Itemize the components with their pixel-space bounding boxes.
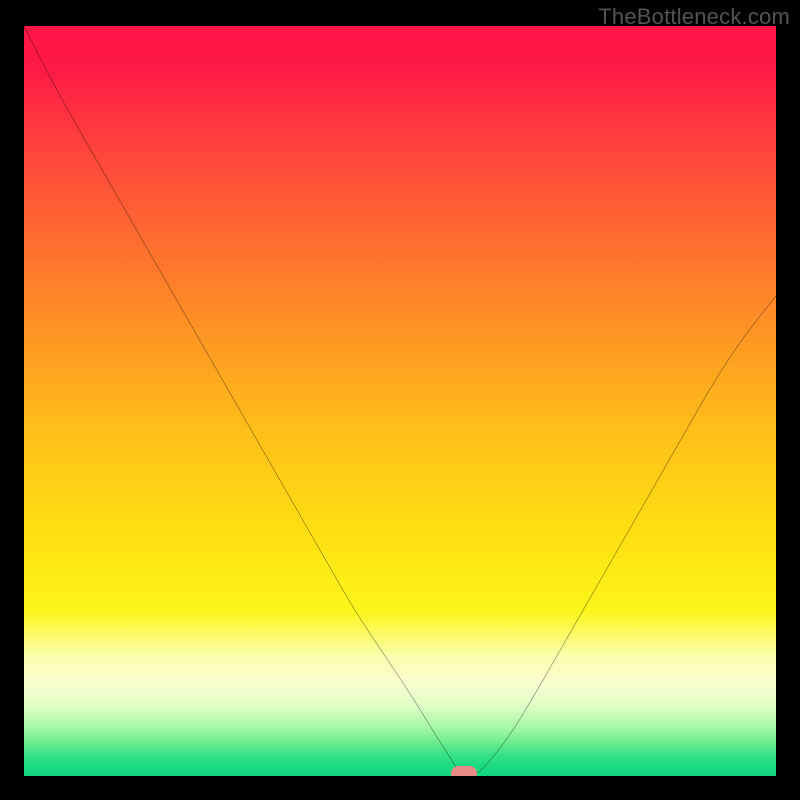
chart-frame: TheBottleneck.com (0, 0, 800, 800)
bottleneck-curve (24, 26, 776, 776)
plot-area (24, 26, 776, 776)
minimum-marker (451, 766, 478, 776)
watermark-text: TheBottleneck.com (598, 4, 790, 30)
